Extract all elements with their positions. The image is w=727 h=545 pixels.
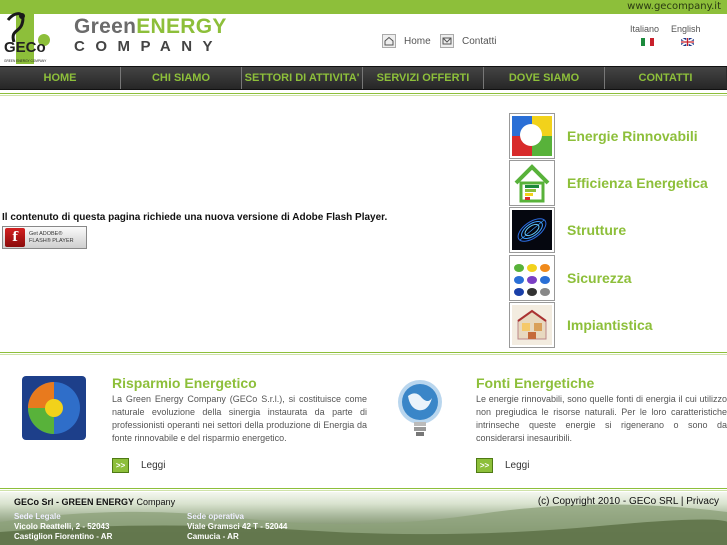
nav-servizi[interactable]: SERVIZI OFFERTI: [363, 67, 484, 89]
legal-address-line2: Castiglion Fiorentino - AR: [14, 532, 113, 541]
operational-address-heading: Sede operativa: [187, 512, 244, 521]
nav-chi-siamo[interactable]: CHI SIAMO: [121, 67, 242, 89]
brand-name-company: COMPANY: [74, 38, 224, 55]
contacts-link[interactable]: Contatti: [440, 34, 496, 48]
category-label: Strutture: [567, 222, 627, 238]
geco-logo[interactable]: GECo GREEN ENERGY COMPANY: [2, 2, 54, 66]
category-efficienza-energetica[interactable]: Efficienza Energetica: [509, 160, 727, 206]
get-flash-player-button[interactable]: f Get ADOBE® FLASH® PLAYER: [2, 226, 87, 249]
feature-read-more-risparmio[interactable]: >> Leggi: [112, 458, 165, 473]
double-arrow-icon: >>: [112, 458, 129, 473]
structures-icon: [509, 207, 555, 253]
category-label: Impiantistica: [567, 317, 653, 333]
brand-name: GreenENERGY COMPANY: [74, 16, 227, 56]
uk-flag-icon[interactable]: [681, 38, 694, 46]
feature-title-risparmio[interactable]: Risparmio Energetico: [112, 375, 257, 391]
category-impiantistica[interactable]: Impiantistica: [509, 302, 727, 348]
main-nav: HOME CHI SIAMO SETTORI DI ATTIVITA' SERV…: [0, 66, 727, 90]
operational-address-line2: Camucia - AR: [187, 532, 239, 541]
site-url: www.gecompany.it: [627, 1, 721, 12]
home-link[interactable]: Home: [382, 34, 431, 48]
category-sicurezza[interactable]: Sicurezza: [509, 255, 727, 301]
flash-badge-line1: Get ADOBE®: [29, 230, 63, 237]
category-label: Sicurezza: [567, 270, 632, 286]
energy-saving-image: [22, 376, 86, 440]
double-arrow-icon: >>: [476, 458, 493, 473]
legal-address-line1: Vicolo Reattelli, 2 - 52043: [14, 522, 110, 531]
operational-address-line1: Viale Gramsci 42 T - 52044: [187, 522, 288, 531]
flash-badge-line2: FLASH® PLAYER: [29, 237, 74, 244]
footer-divider: [0, 488, 727, 491]
nav-dove-siamo[interactable]: DOVE SIAMO: [484, 67, 605, 89]
read-more-label: Leggi: [505, 460, 530, 471]
safety-helmets-icon: [509, 255, 555, 301]
read-more-label: Leggi: [141, 460, 166, 471]
category-label: Energie Rinnovabili: [567, 128, 698, 144]
nav-contatti[interactable]: CONTATTI: [605, 67, 726, 89]
feature-text-risparmio: La Green Energy Company (GECo S.r.l.), s…: [112, 394, 367, 443]
renewables-icon: [509, 113, 555, 159]
category-energie-rinnovabili[interactable]: Energie Rinnovabili: [509, 113, 727, 159]
home-icon: [382, 34, 396, 48]
footer: GECo Srl - GREEN ENERGY Company (c) Copy…: [0, 492, 727, 545]
footer-company-name: GECo Srl - GREEN ENERGY Company: [14, 497, 176, 507]
italy-flag-icon[interactable]: [641, 38, 654, 46]
brand-name-energy: ENERGY: [136, 15, 227, 38]
home-link-label: Home: [404, 35, 431, 47]
energy-efficiency-house-icon: [509, 160, 555, 206]
language-italian[interactable]: Italiano: [630, 24, 659, 34]
top-strip: www.gecompany.it: [0, 0, 727, 14]
language-english[interactable]: English: [671, 24, 701, 34]
category-strutture[interactable]: Strutture: [509, 207, 727, 253]
brand-name-green: Green: [74, 15, 137, 38]
legal-address: Sede Legale Vicolo Reattelli, 2 - 52043 …: [14, 512, 112, 542]
legal-address-heading: Sede Legale: [14, 512, 61, 521]
flash-icon: f: [5, 228, 25, 247]
operational-address: Sede operativa Viale Gramsci 42 T - 5204…: [187, 512, 287, 542]
content-divider: [0, 352, 727, 355]
nav-home[interactable]: HOME: [0, 67, 121, 89]
footer-copyright[interactable]: (c) Copyright 2010 - GECo SRL | Privacy: [538, 496, 719, 507]
contacts-link-label: Contatti: [462, 35, 497, 47]
feature-title-fonti[interactable]: Fonti Energetiche: [476, 375, 594, 391]
feature-read-more-fonti[interactable]: >> Leggi: [476, 458, 529, 473]
nav-settori[interactable]: SETTORI DI ATTIVITA': [242, 67, 363, 89]
globe-bulb-image: [388, 376, 452, 440]
plant-engineering-icon: [509, 302, 555, 348]
category-label: Efficienza Energetica: [567, 175, 708, 191]
flash-required-message: Il contenuto di questa pagina richiede u…: [2, 212, 388, 223]
nav-divider: [0, 93, 727, 96]
logo-letters: GECo: [4, 39, 46, 56]
header: GECo GREEN ENERGY COMPANY GreenENERGY CO…: [0, 12, 727, 66]
mail-icon: [440, 34, 454, 48]
logo-tagline: GREEN ENERGY COMPANY: [4, 59, 47, 63]
feature-text-fonti: Le energie rinnovabili, sono quelle font…: [476, 394, 727, 443]
